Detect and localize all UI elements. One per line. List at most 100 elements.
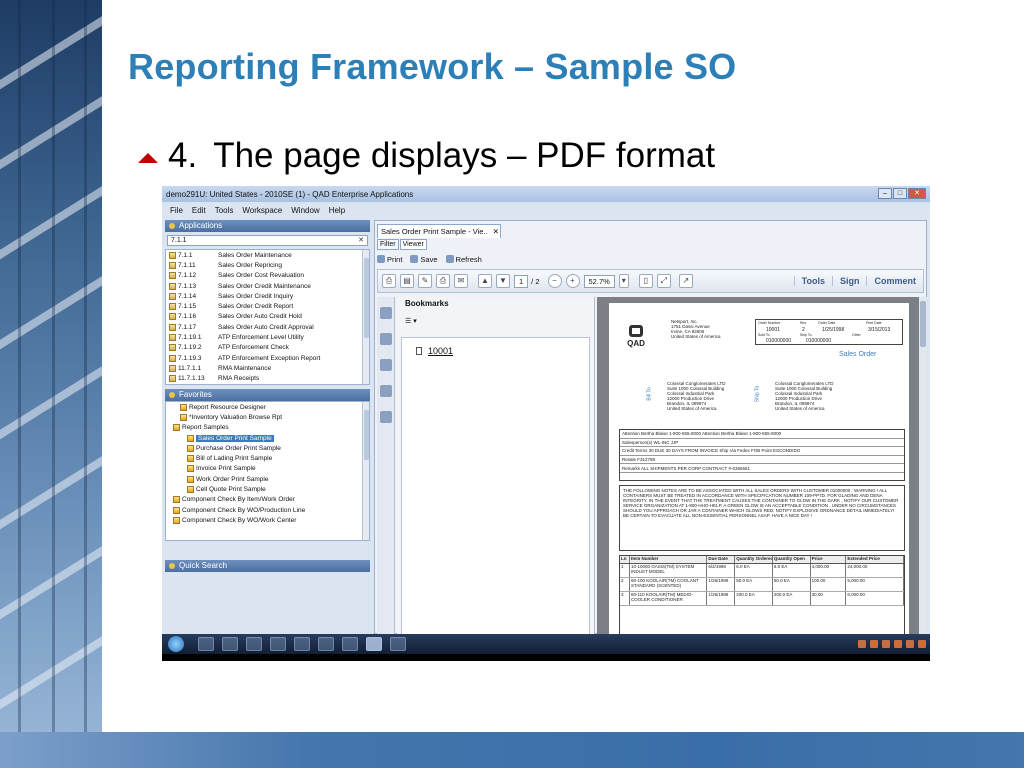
save-button[interactable]: Save (410, 254, 438, 264)
tab-close-icon[interactable]: ✕ (493, 227, 499, 236)
clear-icon[interactable]: ✕ (358, 236, 364, 245)
pdf-scrollbar[interactable] (919, 297, 927, 635)
taskbar-app[interactable] (222, 637, 238, 651)
minimize-button[interactable]: – (878, 188, 892, 199)
attachment-icon[interactable] (380, 359, 392, 371)
application-item[interactable]: 7.1.13 Sales Order Credit Maintenance (166, 281, 369, 291)
menu-window[interactable]: Window (291, 206, 319, 218)
menu-file[interactable]: File (170, 206, 183, 218)
taskbar-app[interactable] (294, 637, 310, 651)
print-button[interactable]: Print (377, 255, 402, 264)
application-item[interactable]: 7.1.12 Sales Order Cost Revaluation (166, 271, 369, 281)
application-item[interactable]: 11.7.1.13 RMA Receipts (166, 374, 369, 384)
program-icon (169, 375, 176, 383)
tab-sales-order-print-sample[interactable]: Sales Order Print Sample - Vie.. ✕ (377, 224, 501, 238)
menu-tools[interactable]: Tools (215, 206, 234, 218)
bullet-number: 4. (168, 136, 198, 175)
application-item[interactable]: 7.1.1 Sales Order Maintenance (166, 250, 369, 260)
favorite-item[interactable]: Component Check By WO/Work Center (166, 515, 369, 525)
bookmark-icon[interactable] (380, 333, 392, 345)
report-icon (187, 444, 194, 452)
bullet-text: The page displays – PDF format (213, 136, 716, 175)
action-bar: Print Save Refresh (377, 253, 490, 265)
menu-edit[interactable]: Edit (192, 206, 206, 218)
open-icon[interactable]: ▤ (400, 274, 414, 288)
favorite-item[interactable]: Report Resource Designer (166, 402, 369, 412)
fit-page-icon[interactable]: ▯ (638, 274, 653, 288)
page-number-input[interactable]: 1 (514, 274, 529, 288)
taskbar-app[interactable] (270, 637, 286, 651)
favorite-item[interactable]: *Inventory Valuation Browse Rpt (166, 412, 369, 422)
applications-list: 7.1.1 Sales Order Maintenance 7.1.11 Sales … (165, 249, 370, 385)
zoom-dropdown-icon[interactable]: ▾ (618, 274, 629, 288)
start-button[interactable] (168, 636, 184, 652)
close-button[interactable]: ✕ (908, 188, 926, 199)
application-item[interactable]: 7.1.15 Sales Order Credit Report (166, 301, 369, 311)
favorites-header[interactable]: Favorites (165, 389, 370, 401)
menu-workspace[interactable]: Workspace (242, 206, 282, 218)
favorite-item[interactable]: Component Check By WO/Production Line (166, 505, 369, 515)
comment-pane-button[interactable]: Comment (866, 276, 923, 286)
viewer-tab[interactable]: Viewer (399, 239, 427, 250)
favorite-label: Sales Order Print Sample (196, 434, 274, 442)
favorite-item[interactable]: Purchase Order Print Sample (166, 443, 369, 453)
email-icon[interactable]: ✉ (454, 274, 468, 288)
program-icon (169, 282, 176, 290)
action-label: Save (420, 254, 438, 264)
maximize-button[interactable]: □ (893, 188, 907, 199)
print-icon[interactable]: ⎙ (436, 274, 450, 288)
save-icon (410, 255, 419, 263)
taskbar-app[interactable] (318, 637, 334, 651)
application-item[interactable]: 7.1.19.2 ATP Enforcement Check (166, 343, 369, 353)
menu-search-input[interactable]: 7.1.1 ✕ (167, 235, 368, 246)
bookmark-item[interactable]: 10001 (416, 346, 589, 356)
applications-header[interactable]: Applications (165, 220, 370, 232)
zoom-select[interactable]: 52.7% (583, 274, 615, 288)
favorites-scrollbar[interactable] (362, 402, 369, 540)
taskbar-app-active[interactable] (366, 637, 382, 651)
application-label: ATP Enforcement Exception Report (218, 354, 321, 362)
layers-icon[interactable] (380, 411, 392, 423)
application-code: 7.1.1 (178, 251, 193, 259)
sign-pane-button[interactable]: Sign (831, 276, 867, 286)
filter-tab[interactable]: Filter (377, 239, 399, 250)
taskbar-app[interactable] (198, 637, 214, 651)
application-item[interactable]: 11.7.1.1 RMA Maintenance (166, 363, 369, 373)
find-icon[interactable] (380, 385, 392, 397)
table-cell: 50.0 EA (773, 578, 811, 591)
bookmark-tree: 10001 (401, 337, 590, 635)
bookmark-options-icon[interactable]: ☰ ▾ (405, 317, 594, 329)
application-item[interactable]: 7.1.19.3 ATP Enforcement Exception Report (166, 353, 369, 363)
favorite-item[interactable]: Bill of Lading Print Sample (166, 453, 369, 463)
application-item[interactable]: 7.1.11 Sales Order Repricing (166, 260, 369, 270)
application-item[interactable]: 7.1.16 Sales Order Auto Credit Hold (166, 312, 369, 322)
read-mode-icon[interactable]: ↗ (678, 274, 693, 288)
tools-pane-button[interactable]: Tools (793, 276, 832, 286)
taskbar-app[interactable] (342, 637, 358, 651)
favorite-item[interactable]: Sales Order Print Sample (166, 433, 369, 443)
applications-scrollbar[interactable] (362, 250, 369, 384)
favorite-item[interactable]: Component Check By Item/Work Order (166, 495, 369, 505)
favorite-item[interactable]: Cell Quote Print Sample (166, 484, 369, 494)
full-screen-icon[interactable]: ⤢ (656, 274, 671, 288)
page-up-icon[interactable]: ▲ (478, 274, 492, 288)
application-item[interactable]: 7.1.17 Sales Order Auto Credit Approval (166, 322, 369, 332)
application-code: 7.1.12 (178, 272, 197, 280)
taskbar-app[interactable] (390, 637, 406, 651)
favorite-item[interactable]: Report Samples (166, 423, 369, 433)
favorite-item[interactable]: Invoice Print Sample (166, 464, 369, 474)
taskbar-app[interactable] (246, 637, 262, 651)
bill-to-address: Colossal Conglomerates LTD Suite 1000 Col… (667, 381, 725, 411)
favorite-item[interactable]: Work Order Print Sample (166, 474, 369, 484)
application-item[interactable]: 7.1.19.1 ATP Enforcement Level Utility (166, 332, 369, 342)
quick-search-header[interactable]: Quick Search (165, 560, 370, 572)
create-pdf-icon[interactable]: ⎙ (382, 274, 396, 288)
zoom-out-icon[interactable]: − (547, 274, 562, 288)
edit-icon[interactable]: ✎ (418, 274, 432, 288)
zoom-in-icon[interactable]: + (565, 274, 580, 288)
refresh-button[interactable]: Refresh (445, 255, 482, 264)
page-down-icon[interactable]: ▼ (496, 274, 510, 288)
application-item[interactable]: 7.1.14 Sales Order Credit Inquiry (166, 291, 369, 301)
menu-help[interactable]: Help (329, 206, 345, 218)
pages-icon[interactable] (380, 307, 392, 319)
